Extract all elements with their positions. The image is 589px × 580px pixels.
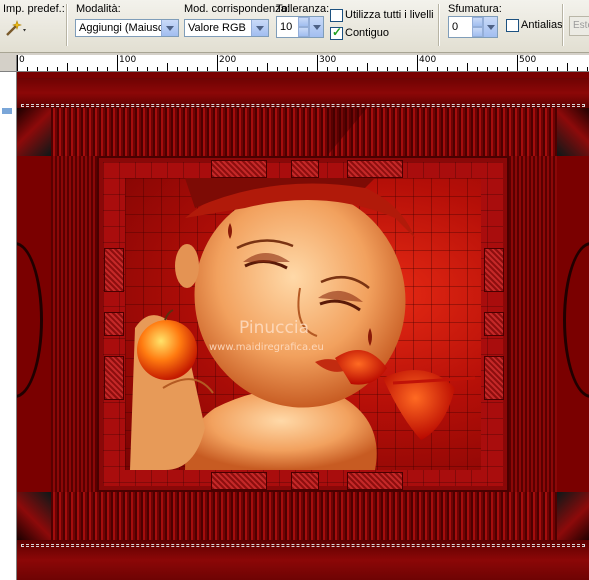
side-arc-right: [563, 242, 589, 398]
glitter-square: [347, 472, 403, 490]
ruler-tick-label: 500: [519, 55, 537, 65]
ruler-tick-label: 100: [119, 55, 137, 65]
glitter-square: [104, 312, 124, 336]
horizontal-ruler: 0 100 200 300 400 500: [0, 55, 589, 72]
ruler-tick-label: 0: [19, 55, 25, 65]
striped-panel-left: [51, 156, 97, 492]
antialias-label: Antialias: [521, 19, 563, 31]
portrait-image: Pinuccia www.maidiregrafica.eu: [125, 178, 481, 470]
ruler-tick-label: 400: [419, 55, 437, 65]
magic-wand-icon: [6, 20, 26, 36]
antialias-checkbox[interactable]: [506, 19, 519, 32]
corner-ornament-bottom-left: [17, 492, 51, 540]
glitter-square: [104, 356, 124, 400]
match-mode-value: Valore RGB: [188, 22, 246, 34]
glitter-square: [484, 312, 504, 336]
feather-label: Sfumatura:: [448, 3, 502, 15]
glitter-square: [211, 472, 267, 490]
glitter-square: [347, 160, 403, 178]
glitter-square: [484, 356, 504, 400]
contiguous-checkbox[interactable]: [330, 25, 343, 40]
spin-arrows[interactable]: [472, 17, 483, 37]
tool-options-toolbar: Imp. predef.: Modalità: Aggiungi (Maiusc…: [0, 0, 589, 53]
ruler-tick-label: 200: [219, 55, 237, 65]
chevron-down-icon[interactable]: [483, 17, 497, 37]
ruler-position-marker: [2, 108, 12, 114]
chevron-down-icon[interactable]: [161, 20, 178, 36]
glitter-square: [484, 248, 504, 292]
match-mode-select[interactable]: Valore RGB: [184, 19, 269, 37]
mode-value: Aggiungi (Maiusc): [79, 22, 168, 34]
tolerance-label: Tolleranza:: [276, 3, 330, 15]
feather-spinbox[interactable]: 0: [448, 16, 498, 38]
striped-panel-top: [51, 108, 557, 156]
corner-ornament-top-right: [557, 108, 589, 156]
preset-label: Imp. predef.:: [3, 3, 65, 15]
match-mode-label: Mod. corrispondenza:: [184, 3, 290, 15]
corner-ornament-top-left: [17, 108, 51, 156]
corner-ornament-bottom-right: [557, 492, 589, 540]
use-all-layers-label: Utilizza tutti i livelli: [345, 9, 434, 21]
use-all-layers-checkbox[interactable]: [330, 9, 343, 22]
ruler-corner: [0, 55, 17, 71]
glitter-square: [291, 472, 319, 490]
glitter-square: [104, 248, 124, 292]
contiguous-label: Contiguo: [345, 27, 390, 39]
diagonal-shade: [327, 108, 367, 156]
mode-select[interactable]: Aggiungi (Maiusc): [75, 19, 179, 37]
tolerance-value: 10: [280, 21, 293, 33]
extra-options-label: Este: [573, 20, 589, 31]
ruler-tick-label: 300: [319, 55, 337, 65]
selection-marquee: [21, 104, 585, 107]
spin-arrows[interactable]: [298, 17, 309, 37]
watermark-title: Pinuccia: [239, 318, 309, 338]
watermark-url: www.maidiregrafica.eu: [209, 342, 324, 353]
glitter-square: [291, 160, 319, 178]
extra-options-button[interactable]: Este: [569, 16, 589, 36]
selection-marquee: [21, 544, 585, 547]
mode-label: Modalità:: [76, 3, 121, 15]
striped-panel-bottom: [51, 492, 557, 540]
glitter-square: [211, 160, 267, 178]
side-arc-left: [17, 242, 43, 398]
feather-value: 0: [452, 21, 459, 33]
chevron-down-icon[interactable]: [251, 20, 268, 36]
preset-button[interactable]: [4, 18, 30, 38]
vertical-ruler: [0, 72, 17, 580]
image-canvas[interactable]: Pinuccia www.maidiregrafica.eu: [17, 72, 589, 580]
striped-panel-right: [509, 156, 557, 492]
tolerance-spinbox[interactable]: 10: [276, 16, 324, 38]
chevron-down-icon[interactable]: [309, 17, 323, 37]
